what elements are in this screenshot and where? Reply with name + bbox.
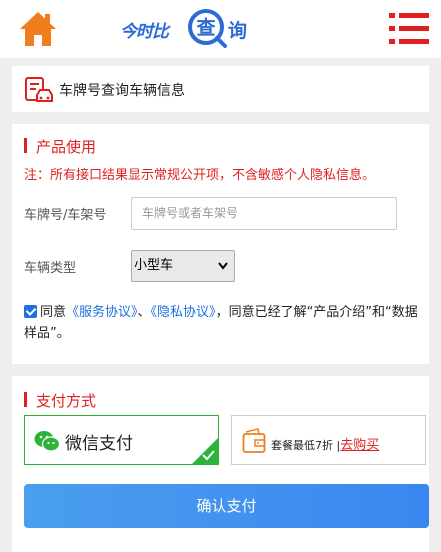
agree-prefix: 同意 [40, 305, 67, 320]
privacy-notice: 注：所有接口结果显示常规公开项，不含敏感个人隐私信息。 [24, 168, 376, 183]
plate-label: 车牌号/车架号 [24, 208, 107, 223]
check-icon [202, 450, 215, 461]
package-discount-text: 套餐最低7折 [271, 439, 333, 452]
car-document-icon [25, 77, 53, 102]
confirm-pay-button[interactable]: 确认支付 [24, 484, 429, 528]
home-icon[interactable] [18, 10, 58, 48]
site-logo[interactable]: 今时比 查 询 [118, 8, 250, 48]
wallet-icon [242, 428, 266, 453]
package-option[interactable]: 套餐最低7折 |去购买 [231, 415, 426, 465]
title-card: 车牌号查询车辆信息 [12, 66, 429, 112]
service-agreement-link[interactable]: 《服务协议》 [66, 305, 138, 320]
logo-text: 今时比 [120, 22, 169, 42]
privacy-agreement-link[interactable]: 《隐私协议》 [151, 305, 216, 320]
buy-package-link[interactable]: 去购买 [340, 438, 379, 453]
section-title-payment: 支付方式 [24, 390, 96, 411]
product-usage-card: 产品使用 注：所有接口结果显示常规公开项，不含敏感个人隐私信息。 车牌号/车架号… [12, 124, 429, 364]
header-bar: 今时比 查 询 [0, 0, 441, 58]
chevron-down-icon [218, 262, 228, 270]
agreement-row: 同意《服务协议》、《隐私协议》，同意已经了解“产品介绍”和“数据样品”。 [24, 302, 419, 344]
wechat-pay-option[interactable]: 微信支付 [24, 415, 219, 465]
wechat-pay-label: 微信支付 [65, 434, 133, 454]
plate-input[interactable]: 车牌号或者车架号 [131, 197, 397, 230]
agree-checkbox[interactable] [24, 305, 37, 318]
package-promo: 套餐最低7折 |去购买 [271, 434, 379, 453]
vehicle-type-label: 车辆类型 [24, 261, 77, 276]
logo-big-char: 查 [195, 16, 216, 39]
vehicle-type-value: 小型车 [134, 258, 174, 273]
magnifier-logo-icon: 查 [188, 9, 227, 48]
vehicle-type-select[interactable]: 小型车 [131, 250, 235, 282]
wechat-icon [34, 431, 60, 452]
logo-text-suffix: 询 [228, 20, 248, 42]
menu-icon[interactable] [389, 11, 429, 47]
payment-card: 支付方式 微信支付 套餐最低7折 |去购买 确认支付 [12, 376, 429, 552]
agree-separator: 、 [137, 305, 151, 320]
section-title-usage: 产品使用 [24, 136, 96, 157]
page-title: 车牌号查询车辆信息 [59, 83, 185, 99]
